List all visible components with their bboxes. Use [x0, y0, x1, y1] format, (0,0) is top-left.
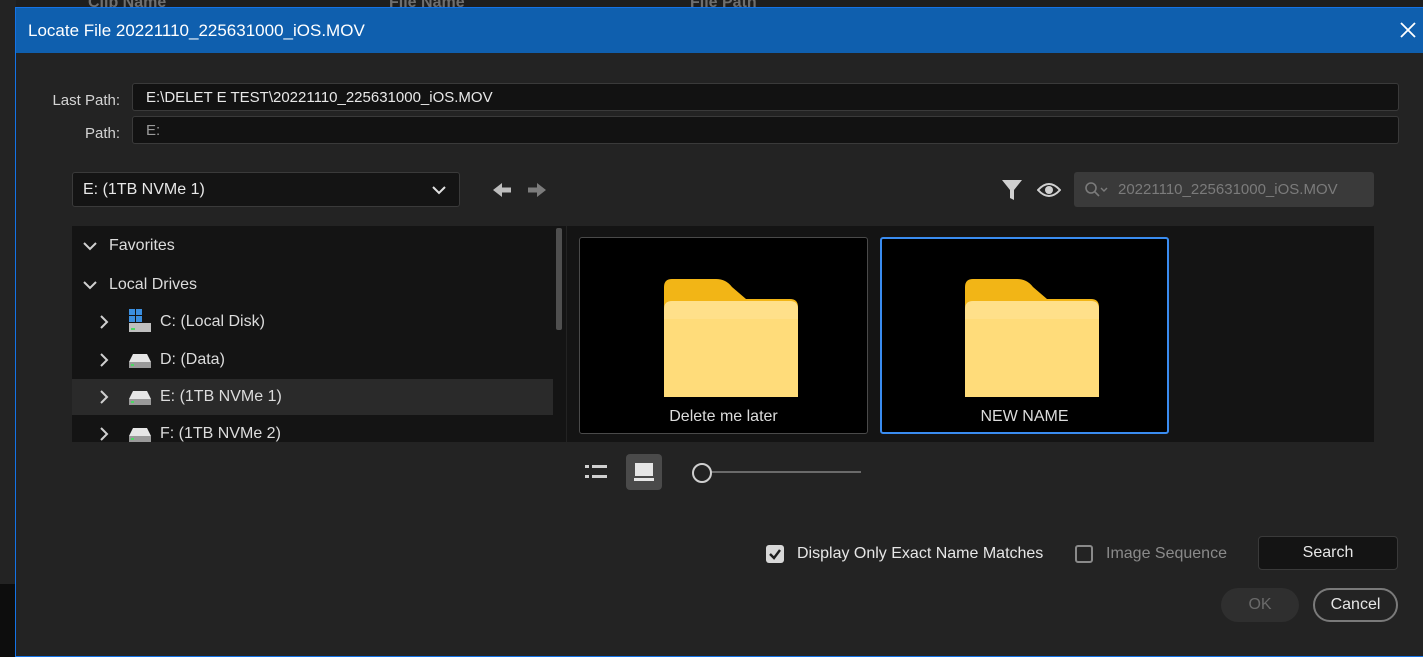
hard-drive-icon — [128, 348, 152, 372]
tree-section-local-drives[interactable]: Local Drives — [72, 267, 554, 303]
exact-match-label: Display Only Exact Name Matches — [797, 545, 1044, 562]
arrow-right-icon[interactable] — [526, 180, 548, 200]
folder-tile-new-name[interactable]: NEW NAME — [880, 237, 1169, 434]
file-grid: Delete me later NEW NAME — [567, 226, 1374, 442]
chevron-right-icon[interactable] — [96, 426, 112, 442]
chevron-down-icon[interactable] — [82, 277, 98, 293]
search-box[interactable] — [1074, 172, 1374, 207]
chevron-right-icon[interactable] — [96, 352, 112, 368]
folder-name: Delete me later — [669, 408, 778, 425]
tree-item-label: F: (1TB NVMe 2) — [160, 425, 281, 442]
dialog-title: Locate File 20221110_225631000_iOS.MOV — [28, 20, 365, 40]
tree-item-label: E: (1TB NVMe 1) — [160, 388, 282, 405]
thumbnail-size-slider[interactable] — [711, 471, 861, 473]
icon-view-icon[interactable] — [626, 454, 662, 490]
path-field[interactable]: E: — [132, 116, 1399, 144]
hard-drive-icon — [128, 422, 152, 442]
last-path-label: Last Path: — [52, 92, 120, 109]
chevron-right-icon[interactable] — [96, 314, 112, 330]
image-sequence-label: Image Sequence — [1106, 545, 1227, 562]
tree-item-drive-e[interactable]: E: (1TB NVMe 1) — [72, 379, 554, 415]
background-panel-bottom — [0, 584, 16, 657]
chevron-down-icon — [431, 183, 447, 201]
drive-dropdown[interactable]: E: (1TB NVMe 1) — [72, 172, 460, 207]
filter-icon[interactable] — [999, 176, 1025, 204]
tree-item-label: C: (Local Disk) — [160, 313, 265, 330]
thumbnail-size-slider-knob[interactable] — [692, 463, 712, 483]
search-button[interactable]: Search — [1258, 536, 1398, 570]
arrow-left-icon[interactable] — [491, 180, 513, 200]
ok-button[interactable]: OK — [1221, 588, 1299, 622]
eye-icon[interactable] — [1036, 176, 1062, 204]
tree-scrollbar-thumb[interactable] — [556, 228, 562, 330]
search-icon — [1084, 181, 1112, 204]
last-path-field: E:\DELET E TEST\20221110_225631000_iOS.M… — [132, 83, 1399, 111]
hard-drive-icon — [128, 385, 152, 409]
folder-tile-delete-me-later[interactable]: Delete me later — [579, 237, 868, 434]
drive-dropdown-value: E: (1TB NVMe 1) — [83, 181, 205, 198]
cancel-button[interactable]: Cancel — [1313, 588, 1398, 622]
chevron-right-icon[interactable] — [96, 389, 112, 405]
tree-item-drive-c[interactable]: C: (Local Disk) — [72, 304, 554, 340]
search-input[interactable] — [1118, 172, 1368, 207]
close-icon[interactable] — [1395, 17, 1421, 43]
path-label: Path: — [84, 125, 120, 142]
folder-name: NEW NAME — [980, 408, 1069, 425]
background-panel — [0, 0, 16, 584]
tree-section-label: Local Drives — [109, 276, 198, 293]
windows-drive-icon — [128, 308, 152, 332]
tree-section-favorites[interactable]: Favorites — [72, 228, 554, 264]
folder-icon — [664, 279, 798, 402]
tree-item-drive-d[interactable]: D: (Data) — [72, 342, 554, 378]
folder-tree: Favorites Local Drives C: (Local Disk) D… — [72, 226, 566, 442]
exact-match-checkbox[interactable] — [766, 545, 784, 563]
tree-item-drive-f[interactable]: F: (1TB NVMe 2) — [72, 416, 554, 442]
list-view-icon[interactable] — [578, 454, 614, 490]
chevron-down-icon[interactable] — [82, 238, 98, 254]
dialog-titlebar: Locate File 20221110_225631000_iOS.MOV — [16, 8, 1423, 53]
locate-file-dialog: Locate File 20221110_225631000_iOS.MOV L… — [15, 7, 1423, 657]
tree-item-label: D: (Data) — [160, 351, 225, 368]
tree-section-label: Favorites — [109, 237, 175, 254]
folder-icon — [965, 279, 1099, 402]
image-sequence-checkbox[interactable] — [1075, 545, 1093, 563]
